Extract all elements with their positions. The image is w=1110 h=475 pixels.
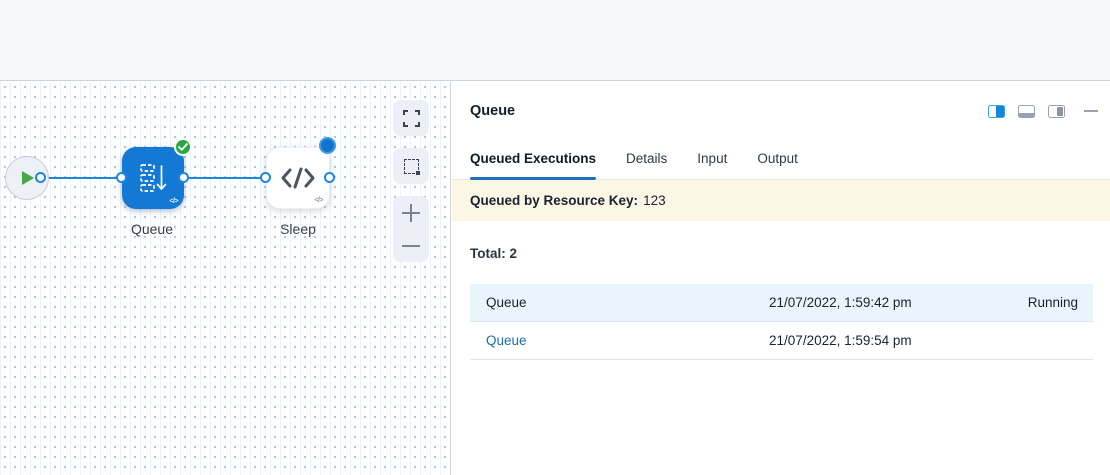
dock-right-panel-icon[interactable] xyxy=(1048,105,1065,118)
fullscreen-button[interactable] xyxy=(393,100,429,136)
tab-details[interactable]: Details xyxy=(626,151,667,179)
panel-layout-controls xyxy=(988,105,1098,118)
panel-tabs: Queued Executions Details Input Output xyxy=(452,126,1110,180)
workflow-canvas[interactable]: </> Queue </> Sleep xyxy=(0,82,451,475)
sleep-node-input-port[interactable] xyxy=(260,172,271,183)
execution-name: Queue xyxy=(470,295,769,310)
marquee-select-icon xyxy=(404,159,419,174)
panel-title: Queue xyxy=(470,103,988,119)
queue-node-output-port[interactable] xyxy=(178,172,189,183)
zoom-out-button[interactable] xyxy=(393,229,429,262)
resource-key-label: Queued by Resource Key: xyxy=(470,193,638,208)
table-row[interactable]: Queue 21/07/2022, 1:59:54 pm xyxy=(470,322,1093,360)
zoom-control xyxy=(393,196,429,262)
executions-table: Queue 21/07/2022, 1:59:42 pm Running Que… xyxy=(470,284,1093,360)
dock-bottom-panel-icon[interactable] xyxy=(1018,105,1035,118)
running-status-badge-icon xyxy=(319,137,336,154)
tab-output[interactable]: Output xyxy=(757,151,798,179)
code-badge-icon: </> xyxy=(314,197,323,204)
code-icon xyxy=(280,166,316,190)
dock-side-panel-icon[interactable] xyxy=(988,105,1005,118)
minus-icon xyxy=(402,245,420,247)
sleep-node[interactable]: </> xyxy=(266,147,330,209)
top-bar xyxy=(0,0,1110,81)
play-icon xyxy=(20,170,35,186)
minimize-panel-icon[interactable] xyxy=(1084,110,1098,112)
edge-queue-to-sleep xyxy=(184,177,268,179)
plus-icon xyxy=(402,204,420,222)
queue-node[interactable]: </> xyxy=(122,147,184,209)
resource-key-banner: Queued by Resource Key: 123 xyxy=(452,180,1110,221)
sleep-node-label: Sleep xyxy=(238,221,358,237)
table-row[interactable]: Queue 21/07/2022, 1:59:42 pm Running xyxy=(470,284,1093,322)
start-node-output-port[interactable] xyxy=(35,172,46,183)
details-panel: Queue Queued Executions Details Input Ou… xyxy=(452,82,1110,475)
panel-header: Queue xyxy=(452,82,1110,126)
total-count: Total: 2 xyxy=(470,246,1093,261)
tab-input[interactable]: Input xyxy=(697,151,727,179)
sleep-node-output-port[interactable] xyxy=(324,172,335,183)
fullscreen-icon xyxy=(403,110,420,127)
marquee-select-button[interactable] xyxy=(393,148,429,184)
edge-start-to-queue xyxy=(41,177,124,179)
execution-timestamp: 21/07/2022, 1:59:42 pm xyxy=(769,295,983,310)
execution-name-link[interactable]: Queue xyxy=(470,333,769,348)
queue-node-label: Queue xyxy=(92,221,212,237)
panel-body: Total: 2 Queue 21/07/2022, 1:59:42 pm Ru… xyxy=(452,221,1110,360)
zoom-in-button[interactable] xyxy=(393,196,429,229)
execution-status: Running xyxy=(983,295,1093,310)
code-badge-icon: </> xyxy=(169,198,178,205)
resource-key-value: 123 xyxy=(643,193,666,208)
tab-queued-executions[interactable]: Queued Executions xyxy=(470,151,596,179)
execution-timestamp: 21/07/2022, 1:59:54 pm xyxy=(769,333,983,348)
queue-icon xyxy=(139,163,167,193)
queue-node-input-port[interactable] xyxy=(116,172,127,183)
success-check-icon xyxy=(174,138,192,156)
